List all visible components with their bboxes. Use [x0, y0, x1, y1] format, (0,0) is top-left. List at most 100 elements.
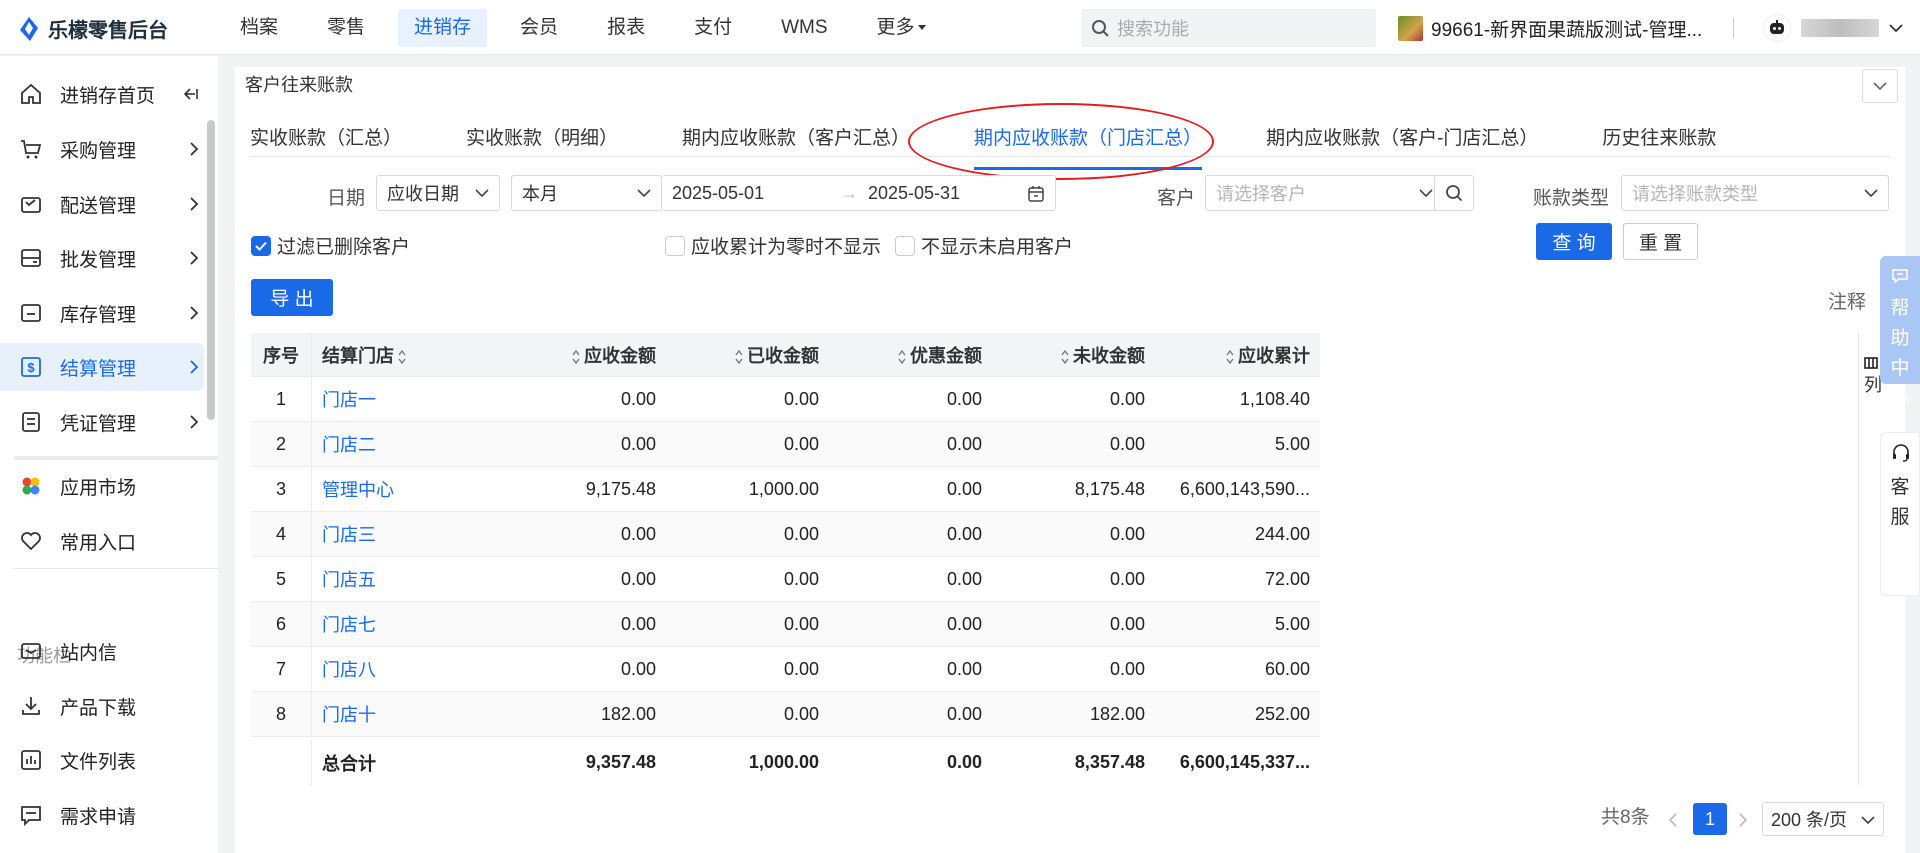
nav-item-report[interactable]: 报表 [591, 9, 661, 47]
nav-item-payment[interactable]: 支付 [678, 9, 748, 47]
hide-inactive-checkbox[interactable]: 不显示未启用客户 [895, 232, 1073, 259]
app-logo[interactable]: 乐檬零售后台 [18, 14, 168, 43]
sidebar-item-label: 产品下载 [60, 697, 137, 719]
tab-received-detail[interactable]: 实收账款（明细） [466, 123, 618, 157]
table-row: 6 门店七 0.00 0.00 0.00 0.00 5.00 [251, 602, 1320, 647]
tab-customer-accounts[interactable]: 客户往来账款 [235, 67, 363, 103]
sidebar-item-label: 需求申请 [60, 806, 137, 828]
tab-dropdown-button[interactable] [1862, 69, 1898, 103]
cell-store-link[interactable]: 门店七 [312, 611, 503, 637]
nav-item-archive[interactable]: 档案 [224, 9, 294, 47]
sidebar-item-delivery[interactable]: 配送管理 [0, 180, 204, 228]
page-size-select[interactable]: 200 条/页 [1762, 802, 1884, 836]
chevron-right-icon [190, 360, 199, 374]
nav-item-wms[interactable]: WMS [765, 9, 843, 47]
sidebar-item-requests[interactable]: 需求申请 [0, 791, 204, 839]
cell-store-link[interactable]: 门店八 [312, 656, 503, 682]
sidebar-item-download[interactable]: 产品下载 [0, 682, 204, 730]
help-center-button[interactable]: 帮助中心 [1880, 256, 1920, 409]
mail-icon [21, 643, 41, 659]
reset-button[interactable]: 重 置 [1623, 223, 1698, 260]
tab-received-summary[interactable]: 实收账款（汇总） [250, 123, 402, 157]
sidebar-item-label: 站内信 [60, 642, 118, 664]
col-header-receivable[interactable]: 应收金额 [503, 342, 666, 368]
pagination-total: 共8条 [1601, 807, 1650, 828]
search-input[interactable]: 搜索功能 [1081, 9, 1376, 47]
cell-store-link[interactable]: 门店二 [312, 431, 503, 457]
col-header-discount[interactable]: 优惠金额 [829, 342, 992, 368]
nav-item-retail[interactable]: 零售 [311, 9, 381, 47]
next-page-icon[interactable] [1738, 812, 1748, 828]
customer-service-button[interactable]: 客服 [1880, 432, 1920, 596]
sidebar-item-favorites[interactable]: 常用入口 [0, 517, 204, 565]
tab-receivable-customer-store[interactable]: 期内应收账款（客户-门店汇总） [1266, 123, 1538, 157]
cell-unreceived: 0.00 [1109, 433, 1145, 454]
customer-select[interactable]: 请选择客户 [1205, 175, 1444, 211]
hide-zero-checkbox[interactable]: 应收累计为零时不显示 [665, 232, 881, 259]
cell-cumulative: 244.00 [1254, 523, 1310, 544]
search-icon [1446, 185, 1463, 202]
col-header-unreceived[interactable]: 未收金额 [992, 342, 1155, 368]
total-unreceived: 8,357.48 [1074, 752, 1145, 772]
checkbox-unchecked[interactable] [895, 235, 915, 256]
sidebar-item-voucher[interactable]: 凭证管理 [0, 398, 204, 446]
note-label[interactable]: 注释 [1828, 287, 1866, 314]
cell-store-link[interactable]: 门店一 [312, 386, 503, 412]
end-date[interactable]: 2025-05-31 [868, 183, 960, 204]
col-header-store[interactable]: 结算门店 [312, 342, 503, 368]
chevron-down-icon [1864, 189, 1878, 198]
tab-history-accounts[interactable]: 历史往来账款 [1602, 123, 1716, 157]
sidebar-item-messages[interactable]: 站内信 [0, 627, 204, 675]
sidebar-item-inventory-home[interactable]: 进销存首页 [0, 70, 204, 118]
export-button[interactable]: 导 出 [251, 279, 333, 316]
cell-cumulative: 5.00 [1274, 433, 1310, 454]
checkbox-unchecked[interactable] [665, 235, 685, 256]
checkbox-checked[interactable] [251, 235, 271, 256]
filter-deleted-checkbox[interactable]: 过滤已删除客户 [251, 232, 410, 259]
sidebar-item-purchase[interactable]: 采购管理 [0, 125, 204, 173]
top-bar: 乐檬零售后台 档案 零售 进销存 会员 报表 支付 WMS 更多 搜索功能 99… [0, 0, 1920, 55]
chevron-right-icon [190, 415, 199, 429]
nav-item-more[interactable]: 更多 [861, 9, 942, 47]
sidebar-item-wholesale[interactable]: 批发管理 [0, 234, 204, 282]
date-range-picker[interactable]: 2025-05-01 → 2025-05-31 [662, 175, 1056, 211]
col-header-cumulative[interactable]: 应收累计 [1155, 342, 1320, 368]
period-select[interactable]: 本月 [511, 175, 662, 211]
sidebar-item-label: 文件列表 [60, 751, 137, 773]
nav-item-inventory[interactable]: 进销存 [398, 9, 488, 47]
chat-icon [1892, 269, 1908, 284]
cell-store-link[interactable]: 门店十 [312, 701, 503, 727]
calendar-icon [1028, 186, 1044, 202]
cell-receivable: 0.00 [620, 388, 656, 409]
cell-index [251, 740, 312, 785]
collapse-sidebar-icon[interactable] [181, 85, 199, 103]
col-header-received[interactable]: 已收金额 [666, 342, 829, 368]
cell-store-link[interactable]: 门店五 [312, 566, 503, 592]
query-button[interactable]: 查 询 [1536, 223, 1612, 260]
date-type-select[interactable]: 应收日期 [376, 175, 500, 211]
account-type-select[interactable]: 请选择账款类型 [1621, 175, 1889, 211]
home-icon [21, 83, 41, 104]
prev-page-icon[interactable] [1668, 812, 1678, 828]
page-number-button[interactable]: 1 [1693, 803, 1727, 835]
nav-item-member[interactable]: 会员 [504, 9, 574, 47]
sidebar-item-files[interactable]: 文件列表 [0, 736, 204, 784]
svg-text:$: $ [27, 360, 35, 375]
cell-index: 8 [251, 692, 312, 736]
customer-search-button[interactable] [1434, 175, 1474, 211]
sidebar-item-app-market[interactable]: 应用市场 [0, 462, 204, 510]
cell-received: 0.00 [783, 523, 819, 544]
cell-store-link[interactable]: 管理中心 [312, 476, 503, 502]
user-menu[interactable] [1763, 14, 1903, 42]
total-receivable: 9,357.48 [585, 752, 656, 772]
sidebar-item-stock[interactable]: 库存管理 [0, 289, 204, 337]
store-switcher[interactable]: 99661-新界面果蔬版测试-管理... [1398, 15, 1702, 42]
cell-store-link[interactable]: 门店三 [312, 521, 503, 547]
cell-received: 1,000.00 [748, 478, 819, 499]
start-date[interactable]: 2025-05-01 [672, 183, 764, 204]
sidebar-item-settlement[interactable]: $ 结算管理 [0, 343, 204, 391]
cell-cumulative: 6,600,143,590... [1179, 478, 1310, 499]
table-row: 1 门店一 0.00 0.00 0.00 0.00 1,108.40 [251, 377, 1320, 422]
tab-receivable-customer[interactable]: 期内应收账款（客户汇总） [682, 123, 910, 157]
sidebar-scrollbar[interactable] [207, 120, 215, 420]
